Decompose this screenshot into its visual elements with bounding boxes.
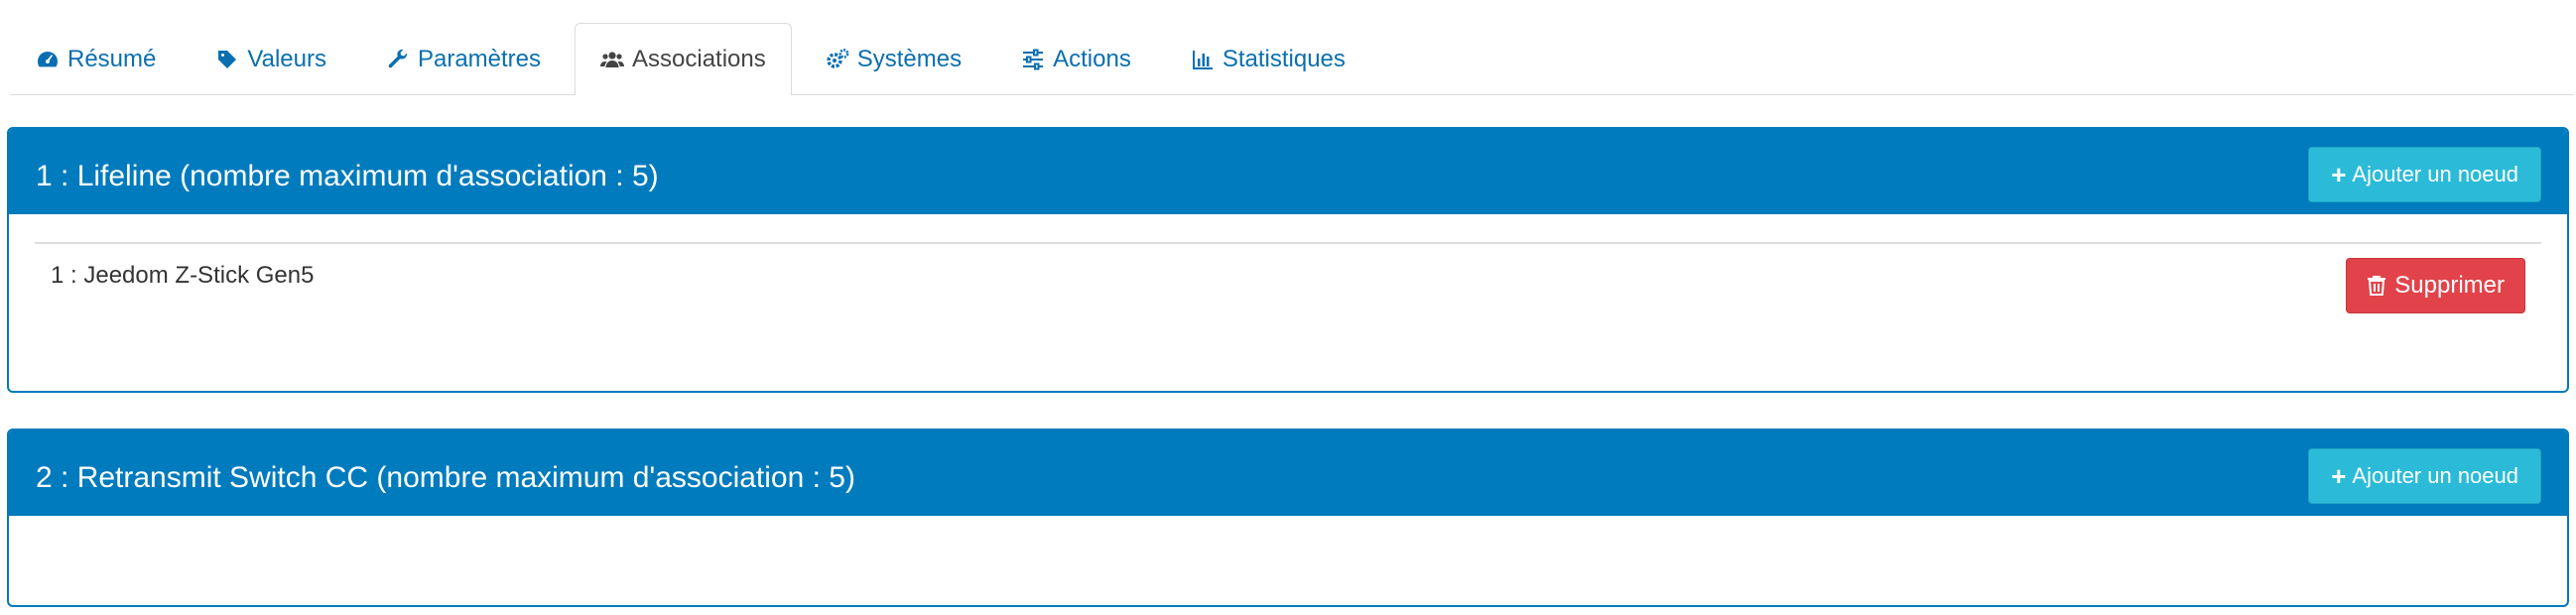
plus-icon: + [2331,159,2347,189]
sliders-icon [1021,48,1045,71]
tab-label: Actions [1053,45,1131,72]
node-label: 1 : Jeedom Z-Stick Gen5 [51,262,315,289]
tab-bar: Résumé Valeurs Paramètres Associations S… [10,23,2574,95]
add-node-button[interactable]: + Ajouter un noeud [2308,147,2541,202]
tab-actions[interactable]: Actions [995,23,1157,94]
add-node-button[interactable]: + Ajouter un noeud [2308,448,2541,504]
tab-parametres[interactable]: Paramètres [360,23,567,94]
group-title: 1 : Lifeline (nombre maximum d'associati… [36,160,659,192]
panel-header: 2 : Retransmit Switch CC (nombre maximum… [9,430,2567,516]
trash-icon [2368,276,2386,296]
add-node-label: Ajouter un noeud [2352,162,2518,186]
association-group-panel: 2 : Retransmit Switch CC (nombre maximum… [7,429,2569,607]
tab-label: Paramètres [417,45,542,72]
tab-associations[interactable]: Associations [575,23,792,95]
tab-statistiques[interactable]: Statistiques [1165,23,1371,94]
wrench-icon [386,48,410,71]
tab-label: Systèmes [856,45,963,72]
users-icon [600,48,625,71]
delete-node-button[interactable]: Supprimer [2346,258,2525,313]
list-item: 1 : Jeedom Z-Stick Gen5 Supprimer [9,244,2567,363]
association-group-panel: 1 : Lifeline (nombre maximum d'associati… [7,127,2569,393]
delete-label: Supprimer [2394,272,2505,299]
tab-label: Associations [632,46,766,72]
gears-icon [826,48,849,71]
bar-chart-icon [1191,48,1215,71]
tab-label: Valeurs [247,45,326,72]
tab-systemes[interactable]: Systèmes [800,23,987,94]
tab-label: Statistiques [1222,45,1346,72]
dashboard-icon [36,48,60,71]
tab-valeurs[interactable]: Valeurs [190,23,352,94]
plus-icon: + [2331,460,2347,491]
add-node-label: Ajouter un noeud [2352,463,2518,488]
tab-label: Résumé [67,45,157,72]
tab-resume[interactable]: Résumé [10,23,182,94]
tag-icon [215,48,239,71]
panel-header: 1 : Lifeline (nombre maximum d'associati… [9,129,2567,214]
group-title: 2 : Retransmit Switch CC (nombre maximum… [36,461,855,494]
